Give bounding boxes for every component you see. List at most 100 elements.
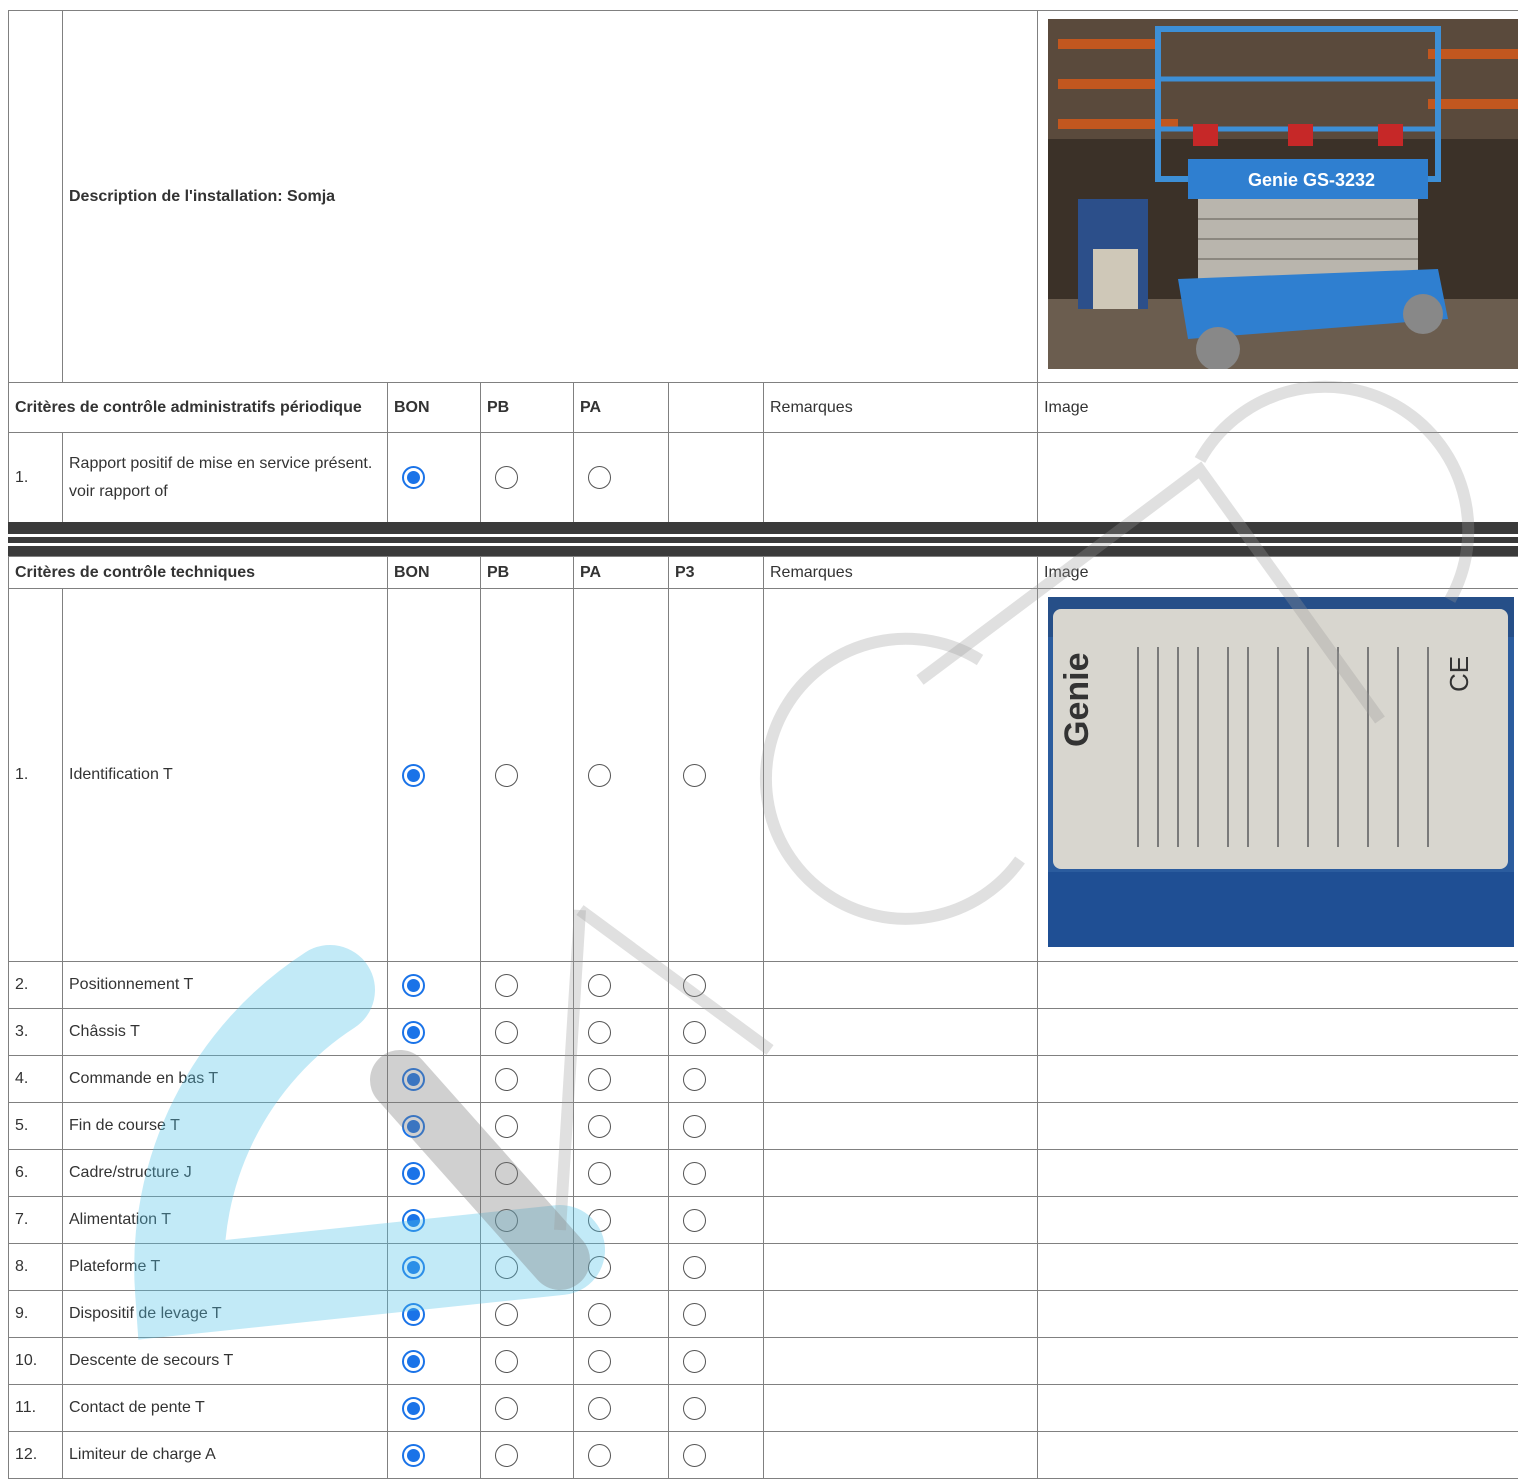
admin-header-title: Critères de contrôle administratifs péri…	[9, 383, 388, 433]
radio-pa[interactable]	[588, 1444, 611, 1467]
radio-pb[interactable]	[495, 974, 518, 997]
radio-p3[interactable]	[683, 1397, 706, 1420]
tech-row: 1. Identification T Genie CE	[9, 589, 1518, 962]
admin-header-bon: BON	[388, 383, 481, 433]
tech-row: 2. Positionnement T	[9, 962, 1518, 1009]
radio-pa[interactable]	[588, 1068, 611, 1091]
tech-row-num: 9.	[9, 1291, 63, 1338]
tech-row-image	[1038, 1197, 1518, 1244]
section-divider	[8, 546, 1518, 556]
radio-pa[interactable]	[588, 1162, 611, 1185]
radio-p3[interactable]	[683, 1068, 706, 1091]
radio-p3[interactable]	[683, 1350, 706, 1373]
tech-row-image	[1038, 1244, 1518, 1291]
radio-bon[interactable]	[402, 1068, 425, 1091]
radio-pa[interactable]	[588, 1256, 611, 1279]
radio-p3[interactable]	[683, 1115, 706, 1138]
radio-bon[interactable]	[402, 1350, 425, 1373]
radio-p3[interactable]	[683, 764, 706, 787]
radio-pa[interactable]	[588, 1397, 611, 1420]
tech-row: 5. Fin de course T	[9, 1103, 1518, 1150]
tech-row: 6. Cadre/structure J	[9, 1150, 1518, 1197]
tech-row: 10. Descente de secours T	[9, 1338, 1518, 1385]
tech-row-remarks	[764, 1338, 1038, 1385]
radio-bon[interactable]	[402, 1209, 425, 1232]
tech-header-p3: P3	[669, 557, 764, 589]
radio-p3[interactable]	[683, 1162, 706, 1185]
tech-row-image	[1038, 1009, 1518, 1056]
admin-row-criterion: Rapport positif de mise en service prése…	[63, 433, 388, 523]
radio-pb[interactable]	[495, 1350, 518, 1373]
tech-row-num: 7.	[9, 1197, 63, 1244]
tech-row-num: 1.	[9, 589, 63, 962]
radio-pb[interactable]	[495, 1162, 518, 1185]
tech-row-num: 11.	[9, 1385, 63, 1432]
installation-photo-cell: Genie GS-3232	[1038, 11, 1518, 383]
installation-label: Description de l'installation: Somja	[69, 188, 335, 205]
radio-bon[interactable]	[402, 1021, 425, 1044]
admin-row-image	[1038, 433, 1518, 523]
tech-row-image: Genie CE	[1038, 589, 1518, 962]
radio-bon[interactable]	[402, 1444, 425, 1467]
tech-row-num: 2.	[9, 962, 63, 1009]
radio-bon[interactable]	[402, 466, 425, 489]
tech-row-num: 12.	[9, 1432, 63, 1479]
admin-row-num: 1.	[9, 433, 63, 523]
tech-row-label: Contact de pente T	[63, 1385, 388, 1432]
section-divider	[8, 522, 1518, 534]
radio-pb[interactable]	[495, 1209, 518, 1232]
tech-header-title: Critères de contrôle techniques	[9, 557, 388, 589]
tech-row-image	[1038, 1385, 1518, 1432]
tech-row-label: Plateforme T	[63, 1244, 388, 1291]
radio-bon[interactable]	[402, 1162, 425, 1185]
radio-pa[interactable]	[588, 974, 611, 997]
tech-row-image	[1038, 1150, 1518, 1197]
radio-bon[interactable]	[402, 764, 425, 787]
radio-pa[interactable]	[588, 466, 611, 489]
radio-bon[interactable]	[402, 1115, 425, 1138]
admin-row-p3	[669, 433, 764, 523]
tech-row: 7. Alimentation T	[9, 1197, 1518, 1244]
radio-pb[interactable]	[495, 764, 518, 787]
radio-pa[interactable]	[588, 1350, 611, 1373]
admin-row-remarks	[764, 433, 1038, 523]
radio-pb[interactable]	[495, 1021, 518, 1044]
radio-p3[interactable]	[683, 1444, 706, 1467]
tech-row-label: Alimentation T	[63, 1197, 388, 1244]
tech-row-label: Cadre/structure J	[63, 1150, 388, 1197]
radio-p3[interactable]	[683, 1021, 706, 1044]
radio-bon[interactable]	[402, 1397, 425, 1420]
radio-pb[interactable]	[495, 466, 518, 489]
radio-pa[interactable]	[588, 1115, 611, 1138]
radio-pb[interactable]	[495, 1397, 518, 1420]
tech-row-image	[1038, 1291, 1518, 1338]
radio-pb[interactable]	[495, 1444, 518, 1467]
radio-pa[interactable]	[588, 1303, 611, 1326]
svg-text:CE: CE	[1444, 656, 1474, 692]
radio-p3[interactable]	[683, 1256, 706, 1279]
radio-pb[interactable]	[495, 1256, 518, 1279]
radio-bon[interactable]	[402, 1303, 425, 1326]
radio-p3[interactable]	[683, 1303, 706, 1326]
radio-bon[interactable]	[402, 1256, 425, 1279]
tech-header-pb: PB	[481, 557, 574, 589]
tech-row-num: 5.	[9, 1103, 63, 1150]
installation-table: Description de l'installation: Somja Gen…	[8, 10, 1518, 523]
tech-row-remarks	[764, 1244, 1038, 1291]
radio-pa[interactable]	[588, 1021, 611, 1044]
radio-pa[interactable]	[588, 1209, 611, 1232]
radio-pb[interactable]	[495, 1115, 518, 1138]
radio-pa[interactable]	[588, 764, 611, 787]
tech-row-label: Châssis T	[63, 1009, 388, 1056]
tech-row-label: Fin de course T	[63, 1103, 388, 1150]
tech-row-label: Descente de secours T	[63, 1338, 388, 1385]
radio-pb[interactable]	[495, 1303, 518, 1326]
radio-pb[interactable]	[495, 1068, 518, 1091]
tech-row-image	[1038, 962, 1518, 1009]
radio-bon[interactable]	[402, 974, 425, 997]
tech-row: 9. Dispositif de levage T	[9, 1291, 1518, 1338]
radio-p3[interactable]	[683, 974, 706, 997]
radio-p3[interactable]	[683, 1209, 706, 1232]
tech-header-remarks: Remarques	[764, 557, 1038, 589]
scissor-lift-photo-icon: Genie GS-3232	[1048, 19, 1518, 369]
